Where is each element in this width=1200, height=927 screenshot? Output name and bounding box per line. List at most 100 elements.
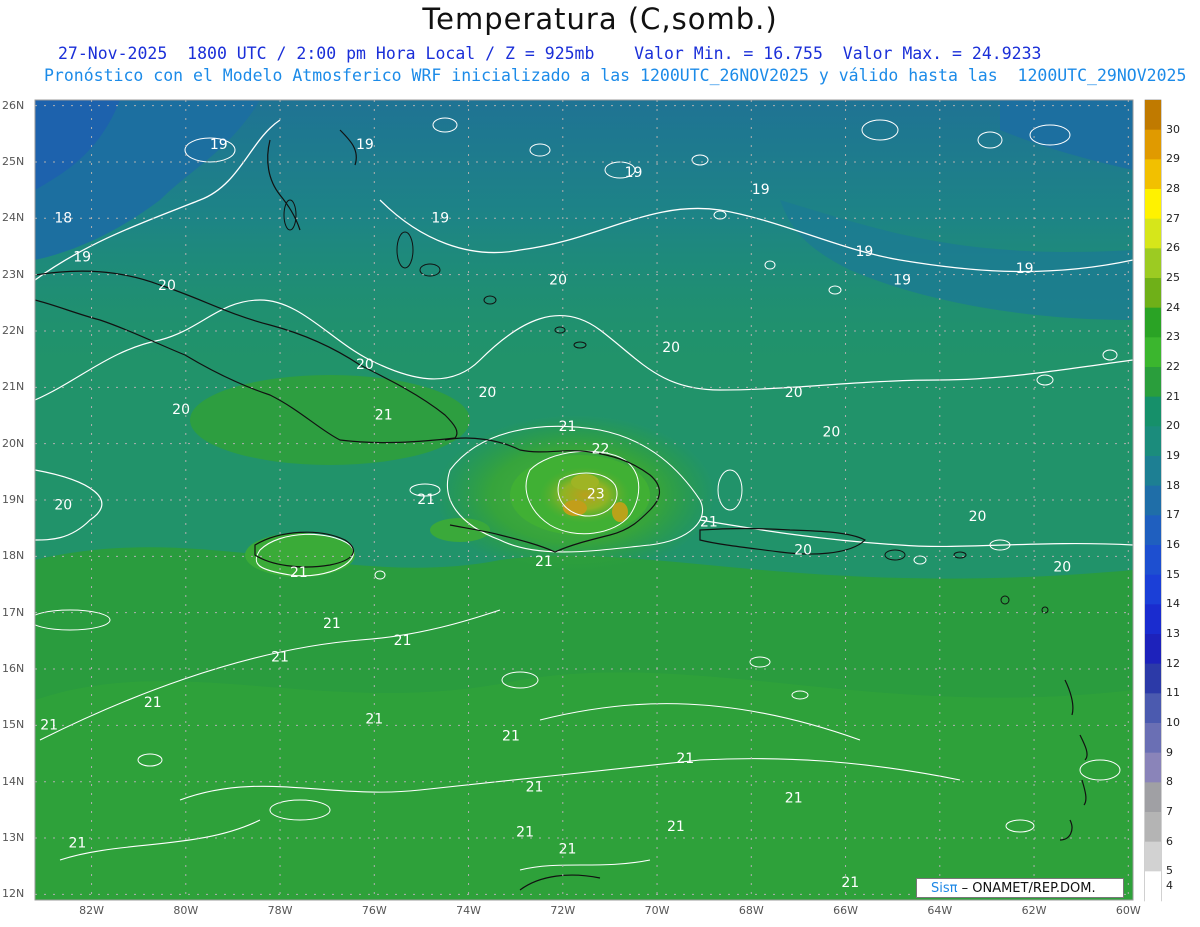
colorbar [1145,100,1161,902]
contour-label: 20 [785,385,803,401]
colorbar-swatch [1145,752,1161,783]
lon-label: 62W [1021,904,1047,917]
colorbar-label: 15 [1166,567,1180,581]
lat-label: 21N [2,380,25,394]
colorbar-swatch [1145,426,1161,457]
colorbar-label: 23 [1166,330,1180,344]
contour-label: 20 [549,272,567,288]
lat-label: 26N [2,98,25,112]
contour-label: 20 [662,340,680,356]
colorbar-swatch [1145,634,1161,665]
colorbar-swatch [1145,367,1161,398]
colorbar-label: 6 [1166,834,1173,848]
contour-label: 19 [210,137,228,153]
contour-label: 20 [1053,560,1071,576]
colorbar-swatch [1145,337,1161,368]
colorbar-label: 16 [1166,538,1180,551]
contour-label: 21 [365,712,383,728]
subtitle-forecast-info: Pronóstico con el Modelo Atmosferico WRF… [44,66,1187,85]
lon-label: 80W [173,904,199,917]
lat-label: 12N [2,887,25,901]
contour-label: 21 [502,729,520,745]
contour-label: 21 [535,554,553,570]
colorbar-label: 25 [1166,271,1180,284]
lat-label: 14N [2,774,25,788]
colorbar-swatch [1145,100,1161,131]
contour-label: 21 [144,695,162,711]
lat-label: 17N [2,605,25,619]
contour-label: 21 [516,824,534,840]
lon-label: 60W [1115,904,1141,917]
colorbar-swatch [1145,218,1161,249]
lat-label: 13N [2,831,25,845]
colorbar-label: 29 [1166,152,1180,166]
contour-label: 22 [592,441,610,457]
colorbar-swatch [1145,663,1161,694]
colorbar-label: 5 [1166,864,1173,878]
contour-label: 20 [969,509,987,525]
contour-label: 19 [1016,261,1034,277]
region-cuba-warm [190,375,470,465]
contour-label: 21 [417,492,435,508]
lon-label: 64W [927,904,953,917]
contour-label: 20 [822,424,840,440]
colorbar-label: 20 [1166,419,1180,433]
lon-label: 68W [738,904,764,917]
colorbar-label: 10 [1166,716,1180,729]
contour-label: 20 [478,385,496,401]
credit-box: Sisπ – ONAMET/REP.DOM. [916,878,1124,898]
contour-label: 20 [158,278,176,294]
colorbar-swatch [1145,189,1161,220]
lat-label: 15N [2,718,25,732]
colorbar-label: 28 [1166,182,1180,195]
colorbar-label: 4 [1166,879,1173,893]
colorbar-swatch [1145,307,1161,338]
contour-label: 21 [375,407,393,423]
contour-label: 21 [700,515,718,531]
contour-label: 19 [855,244,873,260]
colorbar-label: 8 [1166,775,1173,789]
contour-label: 19 [73,250,91,266]
contour-label: 21 [785,791,803,807]
colorbar-label: 27 [1166,211,1180,225]
contour-label: 21 [667,819,685,835]
contour-label: 21 [676,751,694,767]
lon-label: 78W [267,904,293,917]
contour-label: 20 [794,543,812,559]
colorbar-label: 14 [1166,597,1180,611]
lat-label: 16N [2,662,25,675]
colorbar-label: 21 [1166,389,1180,403]
lon-label: 66W [833,904,858,917]
contour-label: 21 [271,650,289,666]
colorbar-swatch [1145,693,1161,724]
colorbar-swatch [1145,396,1161,427]
colorbar-swatch [1145,871,1161,902]
lat-label: 19N [2,493,25,506]
colorbar-swatch [1145,456,1161,487]
colorbar-swatch [1145,545,1161,576]
contour-label: 23 [587,486,605,502]
lat-label: 25N [2,154,25,168]
contour-label: 21 [290,565,308,581]
colorbar-label: 18 [1166,478,1180,492]
colorbar-label: 22 [1166,360,1180,373]
contour-label: 21 [68,836,86,852]
lon-label: 76W [361,904,387,917]
colorbar-label: 12 [1166,656,1180,670]
colorbar-label: 26 [1166,241,1180,255]
colorbar-swatch [1145,841,1161,872]
lat-label: 23N [2,267,25,281]
lat-label: 20N [2,436,25,450]
contour-label: 21 [394,633,412,649]
contour-label: 19 [893,272,911,288]
colorbar-swatch [1145,604,1161,635]
colorbar-swatch [1145,485,1161,516]
colorbar-swatch [1145,129,1161,160]
subtitle-run-info: 27-Nov-2025 1800 UTC / 2:00 pm Hora Loca… [58,44,1042,63]
lon-label: 74W [456,904,481,917]
contour-label: 21 [526,779,544,795]
colorbar-swatch [1145,812,1161,843]
contour-label: 21 [323,616,341,632]
lon-label: 70W [644,904,670,917]
colorbar-label: 30 [1166,122,1180,136]
